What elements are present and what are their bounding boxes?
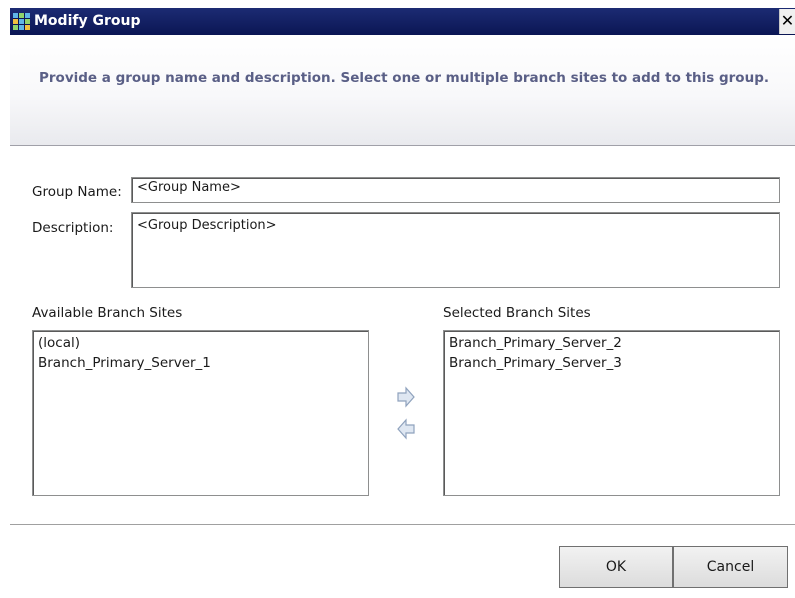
group-name-input[interactable]: <Group Name> (131, 177, 780, 203)
list-item[interactable]: Branch_Primary_Server_3 (449, 353, 774, 373)
selected-sites-list[interactable]: Branch_Primary_Server_2 Branch_Primary_S… (443, 330, 780, 496)
modify-group-dialog: Modify Group ✕ Provide a group name and … (10, 0, 795, 598)
instruction-banner: Provide a group name and description. Se… (10, 35, 795, 146)
available-sites-list[interactable]: (local) Branch_Primary_Server_1 (32, 330, 369, 496)
group-name-label: Group Name: (32, 184, 122, 200)
selected-sites-header: Selected Branch Sites (443, 305, 591, 321)
arrow-right-icon[interactable] (396, 386, 416, 408)
list-item[interactable]: (local) (38, 333, 363, 353)
footer-divider (10, 524, 795, 525)
close-icon: ✕ (780, 11, 795, 30)
instruction-text: Provide a group name and description. Se… (39, 70, 769, 86)
close-button[interactable]: ✕ (779, 9, 795, 34)
list-item[interactable]: Branch_Primary_Server_1 (38, 353, 363, 373)
list-item[interactable]: Branch_Primary_Server_2 (449, 333, 774, 353)
cancel-button[interactable]: Cancel (673, 546, 788, 588)
description-textarea[interactable]: <Group Description> (131, 212, 780, 288)
window-title: Modify Group (34, 13, 141, 29)
available-sites-header: Available Branch Sites (32, 305, 183, 321)
title-bar[interactable]: Modify Group ✕ (10, 8, 795, 35)
arrow-left-icon[interactable] (396, 418, 416, 440)
group-grid-icon (13, 13, 30, 30)
ok-button[interactable]: OK (559, 546, 673, 588)
description-label: Description: (32, 220, 114, 236)
